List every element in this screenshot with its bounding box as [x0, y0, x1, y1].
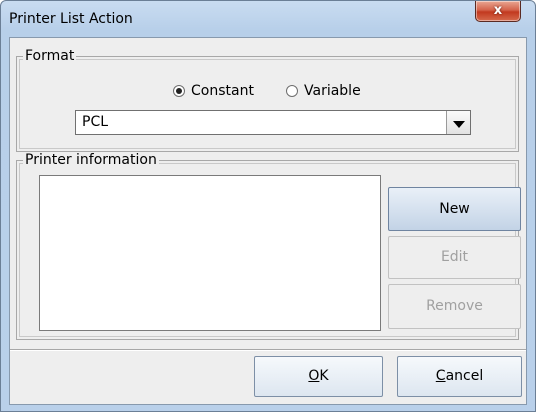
window-title: Printer List Action	[9, 11, 133, 27]
ok-button[interactable]: OK	[254, 356, 383, 397]
radio-variable-label: Variable	[304, 83, 361, 99]
new-button[interactable]: New	[388, 187, 521, 231]
radio-constant[interactable]: Constant	[173, 83, 254, 99]
printer-info-group: Printer information New Edit Remove	[16, 152, 521, 340]
radio-variable-indicator[interactable]	[286, 85, 298, 97]
printer-list[interactable]	[39, 175, 381, 331]
close-icon: x	[493, 3, 503, 18]
radio-constant-indicator[interactable]	[173, 85, 185, 97]
cancel-button[interactable]: Cancel	[397, 356, 522, 397]
footer-separator	[10, 349, 526, 351]
format-legend: Format	[23, 48, 77, 64]
printer-info-legend: Printer information	[23, 152, 159, 168]
format-group-inner-border	[19, 59, 516, 149]
title-bar[interactable]: Printer List Action x	[1, 1, 535, 37]
new-button-label: New	[439, 201, 470, 217]
format-combo[interactable]: PCL	[75, 110, 471, 135]
format-combo-value: PCL	[82, 114, 109, 130]
edit-button-label: Edit	[440, 249, 469, 265]
ok-button-label: K	[319, 368, 329, 384]
dialog-body: Format Constant Variable PCL Printer inf…	[9, 37, 527, 405]
chevron-down-icon[interactable]	[446, 111, 470, 134]
cancel-button-label: ancel	[445, 368, 484, 384]
radio-variable[interactable]: Variable	[286, 83, 361, 99]
format-group: Format Constant Variable PCL	[16, 48, 519, 152]
close-button[interactable]: x	[475, 1, 521, 22]
cancel-mnemonic: C	[435, 368, 446, 384]
remove-button[interactable]: Remove	[388, 284, 521, 329]
remove-button-label: Remove	[426, 298, 483, 314]
edit-button[interactable]: Edit	[388, 236, 521, 279]
dialog-window: Printer List Action x Format Constant Va…	[0, 0, 536, 412]
ok-mnemonic: O	[308, 368, 320, 384]
radio-constant-label: Constant	[191, 83, 254, 99]
